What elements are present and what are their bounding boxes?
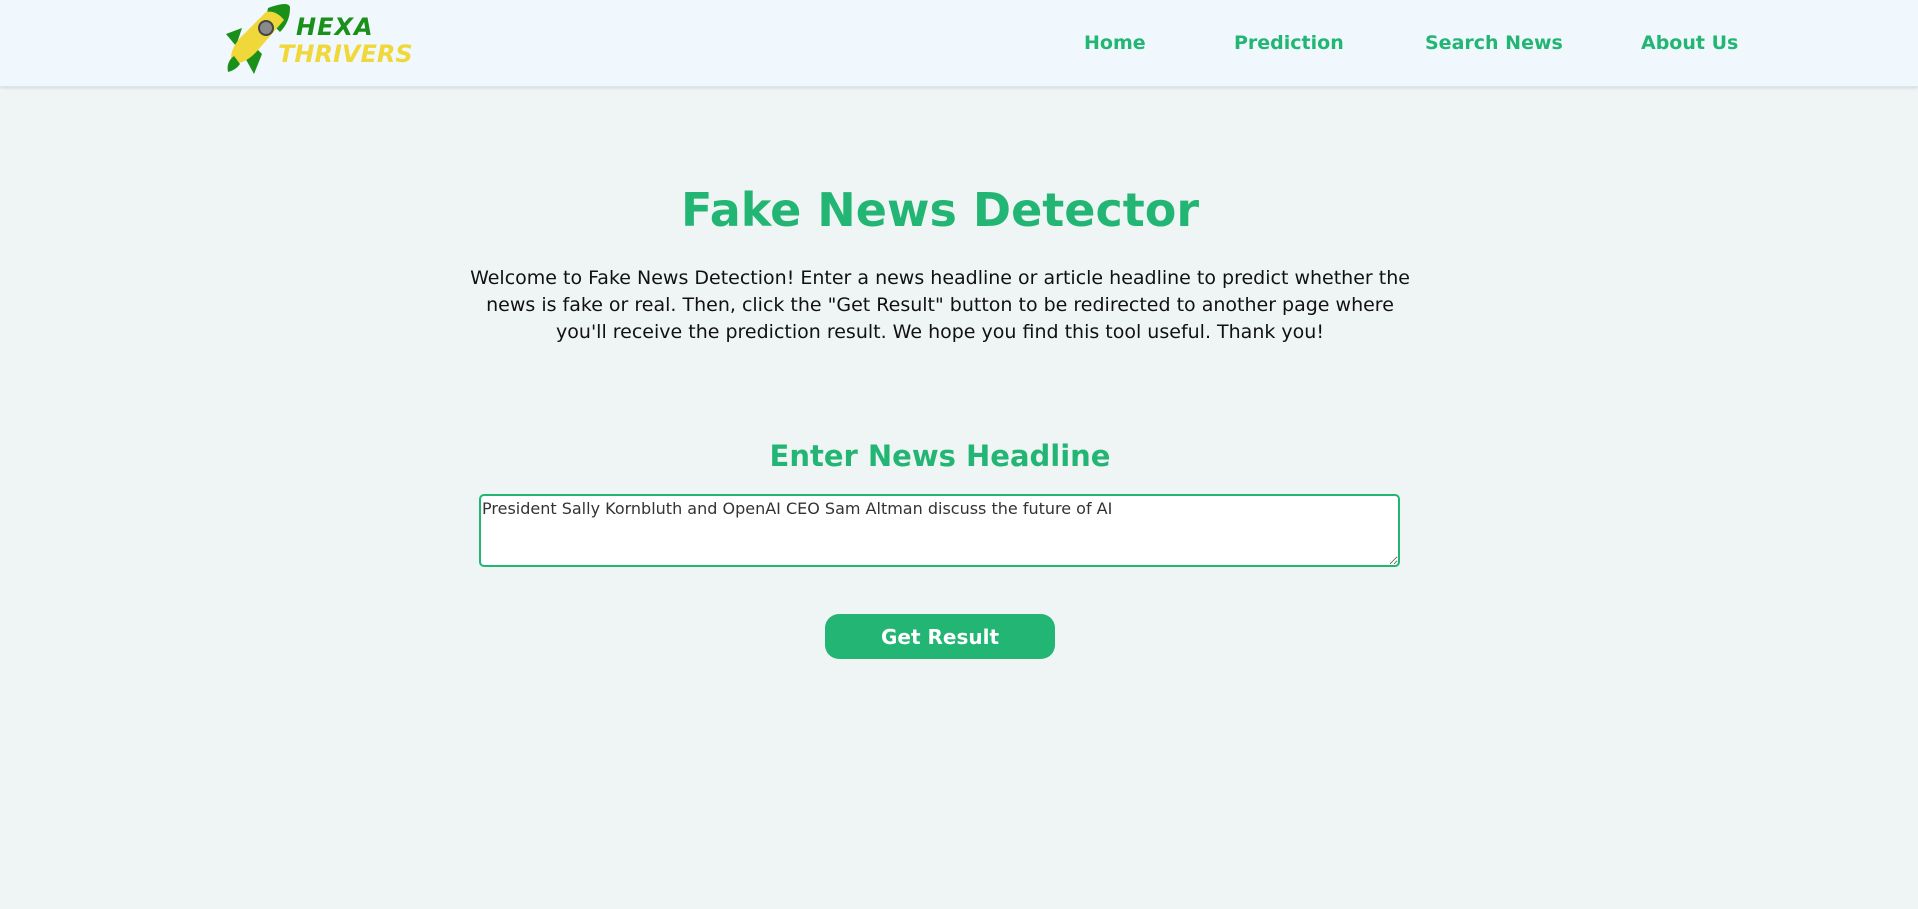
page-title: Fake News Detector [680, 183, 1200, 237]
navbar: HEXA THRIVERS Home Prediction Search New… [0, 0, 1918, 87]
headline-input[interactable]: President Sally Kornbluth and OpenAI CEO… [479, 494, 1400, 567]
intro-text: Welcome to Fake News Detection! Enter a … [470, 267, 1410, 343]
input-heading: Enter News Headline [769, 439, 1111, 473]
get-result-button[interactable]: Get Result [825, 614, 1055, 659]
nav-about-us-link[interactable]: About Us [1641, 31, 1738, 55]
nav-prediction-link[interactable]: Prediction [1234, 31, 1344, 55]
nav-search-news-link[interactable]: Search News [1425, 31, 1563, 55]
nav-home-link[interactable]: Home [1084, 31, 1146, 55]
main-nav: Home Prediction Search News About Us [0, 31, 1918, 55]
